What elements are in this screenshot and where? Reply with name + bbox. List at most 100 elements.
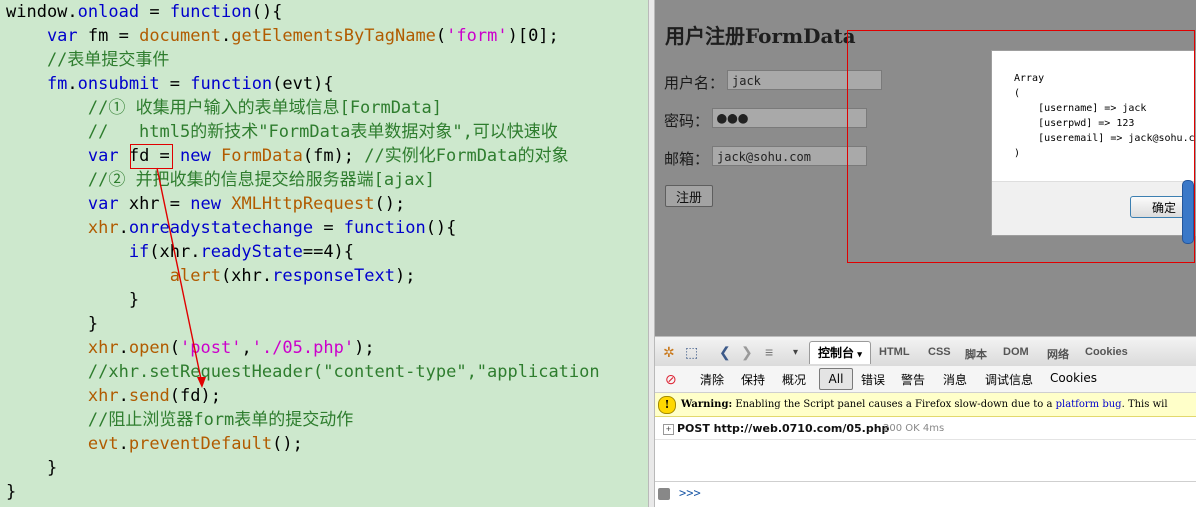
code-token: window — [6, 2, 68, 22]
code-token: function — [169, 2, 252, 22]
code-token: open — [128, 338, 170, 358]
code-line: //② 并把收集的信息提交给服务器端[ajax] — [6, 168, 435, 192]
request-url: POST http://web.0710.com/05.php — [677, 422, 890, 435]
back-arrow-icon[interactable]: ❮ — [719, 344, 731, 361]
code-line: //阻止浏览器form表单的提交动作 — [6, 408, 353, 432]
code-line: } — [6, 312, 98, 336]
scroll-widget[interactable] — [1182, 180, 1194, 244]
persist-button[interactable]: 保持 — [741, 371, 765, 388]
code-token: xhr = — [118, 194, 191, 214]
filter-errors[interactable]: 错误 — [861, 371, 885, 388]
tab-net[interactable]: 网络 — [1047, 346, 1069, 362]
code-token: . — [67, 74, 78, 94]
inspect-icon[interactable]: ⬚ — [685, 344, 698, 361]
code-token: = — [139, 2, 170, 22]
code-editor[interactable]: window.onload = function(){ var fm = doc… — [0, 0, 648, 507]
code-token: var — [6, 146, 119, 166]
code-token: function — [190, 74, 273, 94]
code-token: onsubmit — [77, 74, 160, 94]
code-token: ); — [394, 266, 416, 286]
code-token: . — [67, 2, 78, 22]
email-input[interactable]: jack@sohu.com — [712, 146, 867, 166]
menu-list-icon[interactable]: ≡ — [765, 344, 773, 360]
username-label: 用户名： — [664, 74, 725, 92]
clear-console-icon[interactable]: ⊘ — [665, 371, 677, 388]
expand-icon[interactable]: + — [663, 424, 674, 435]
code-token: //表单提交事件 — [6, 50, 170, 70]
code-token: (); — [272, 434, 303, 454]
code-token: FormData — [210, 146, 303, 166]
code-line: //xhr.setRequestHeader("content-type","a… — [6, 360, 600, 384]
code-token: //① 收集用户输入的表单域信息[FormData] — [6, 98, 442, 118]
code-line: evt.preventDefault(); — [6, 432, 303, 456]
page-content: 用户注册FormData 用户名： jack 密码： ●●● 邮箱： jack@… — [655, 0, 1196, 336]
profile-button[interactable]: 概况 — [782, 371, 806, 388]
code-line: //表单提交事件 — [6, 48, 169, 72]
code-token: var — [6, 194, 119, 214]
code-token: xhr — [6, 386, 119, 406]
clear-button[interactable]: 清除 — [700, 371, 724, 388]
code-token: //② 并把收集的信息提交给服务器端[ajax] — [6, 170, 435, 190]
password-label: 密码： — [664, 112, 710, 130]
warning-body: Enabling the Script panel causes a Firef… — [732, 399, 1056, 410]
code-token: (fd); — [169, 386, 221, 406]
code-token: // html5的新技术"FormData表单数据对象",可以快速收 — [6, 122, 558, 142]
code-token: fm = — [77, 26, 140, 46]
code-line: alert(xhr.responseText); — [6, 264, 416, 288]
firebug-panel: ✲ ⬚ ❮ ❯ ≡ ▾ 控制台 ▾ HTML CSS 脚本 DOM 网络 Coo… — [655, 336, 1196, 507]
code-token: } — [6, 290, 140, 310]
annotation-frame — [847, 30, 1195, 263]
tab-console[interactable]: 控制台 ▾ — [809, 341, 871, 364]
forward-arrow-icon[interactable]: ❯ — [741, 344, 753, 361]
tab-css[interactable]: CSS — [928, 346, 951, 358]
filter-warnings[interactable]: 警告 — [901, 371, 925, 388]
code-line: } — [6, 288, 139, 312]
code-line: // html5的新技术"FormData表单数据对象",可以快速收 — [6, 120, 558, 144]
code-token: xhr — [6, 338, 119, 358]
password-input[interactable]: ●●● — [712, 108, 867, 128]
code-token: . — [118, 218, 129, 238]
code-token: (xhr. — [220, 266, 273, 286]
code-token: XMLHttpRequest — [220, 194, 375, 214]
code-token: responseText — [272, 266, 395, 286]
code-token: (evt){ — [272, 74, 334, 94]
code-line: fm.onsubmit = function(evt){ — [6, 72, 334, 96]
warning-label: Warning: — [681, 399, 733, 410]
tab-html[interactable]: HTML — [879, 346, 910, 358]
code-token: xhr — [6, 218, 119, 238]
code-token: ==4){ — [302, 242, 355, 262]
code-token: = — [313, 218, 344, 238]
code-line: } — [6, 480, 16, 504]
platform-bug-link[interactable]: platform bug — [1056, 399, 1122, 410]
tab-script[interactable]: 脚本 — [965, 346, 987, 362]
warning-icon: ! — [658, 396, 676, 414]
code-token: function — [343, 218, 426, 238]
warning-tail: . This wil — [1121, 399, 1168, 410]
chevron-down-icon: ▾ — [857, 349, 862, 359]
code-token: readyState — [200, 242, 303, 262]
filter-debug[interactable]: 调试信息 — [985, 371, 1033, 388]
code-token: //阻止浏览器form表单的提交动作 — [6, 410, 354, 430]
firebug-bug-icon[interactable]: ✲ — [663, 344, 675, 361]
fd-highlight-box — [130, 144, 173, 169]
command-line-icon — [658, 488, 670, 500]
code-token: = — [159, 74, 191, 94]
code-line: var fm = document.getElementsByTagName('… — [6, 24, 559, 48]
tab-cookies[interactable]: Cookies — [1085, 346, 1128, 358]
filter-all-button[interactable]: All — [819, 368, 853, 390]
code-token: (){ — [425, 218, 457, 238]
code-token: ); — [354, 338, 375, 358]
register-button[interactable]: 注册 — [665, 185, 713, 207]
code-token: , — [241, 338, 252, 358]
tab-console-label: 控制台 — [818, 346, 855, 360]
filter-cookies[interactable]: Cookies — [1050, 371, 1097, 385]
code-line: var fd = new FormData(fm); //实例化FormData… — [6, 144, 569, 168]
dropdown-arrow-icon[interactable]: ▾ — [793, 347, 798, 358]
command-line[interactable]: >>> — [655, 481, 1196, 507]
filter-info[interactable]: 消息 — [943, 371, 967, 388]
network-request-row[interactable]: + POST http://web.0710.com/05.php 200 OK… — [655, 419, 1196, 440]
code-line: var xhr = new XMLHttpRequest(); — [6, 192, 405, 216]
console-filter-bar: ⊘ 清除 保持 概况 All 错误 警告 消息 调试信息 Cookies — [655, 366, 1196, 393]
code-token: document — [139, 26, 221, 46]
tab-dom[interactable]: DOM — [1003, 346, 1029, 358]
